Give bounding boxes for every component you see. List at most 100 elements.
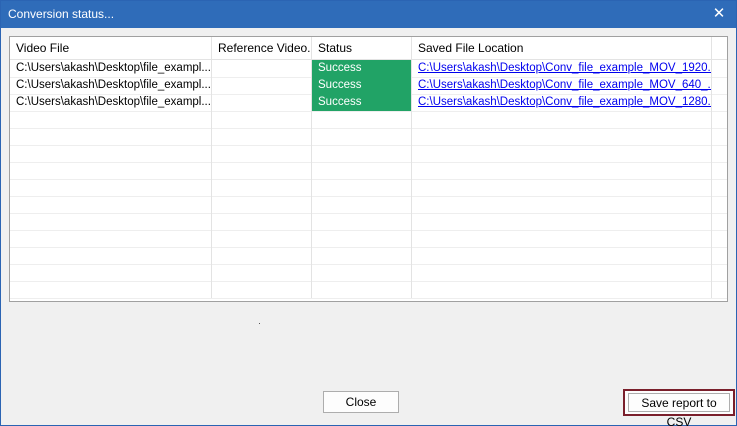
cell-reference-video (212, 145, 312, 162)
cell-status (312, 196, 412, 213)
cell-saved-location (412, 264, 712, 281)
table-row[interactable] (10, 162, 727, 180)
cell-saved-location (412, 128, 712, 145)
cell-status (312, 179, 412, 196)
column-header-saved-file-location[interactable]: Saved File Location (412, 37, 712, 59)
cell-reference-video (212, 128, 312, 145)
cell-filler (712, 111, 727, 128)
cell-filler (712, 281, 727, 298)
cell-reference-video (212, 94, 312, 111)
cell-video-file (10, 162, 212, 179)
table-row[interactable] (10, 281, 727, 299)
cell-saved-location (412, 247, 712, 264)
cell-video-file (10, 145, 212, 162)
stray-pixel (259, 323, 260, 324)
table-row[interactable] (10, 230, 727, 248)
cell-video-file (10, 247, 212, 264)
cell-status: Success (312, 60, 412, 77)
cell-saved-location (412, 145, 712, 162)
cell-video-file (10, 213, 212, 230)
cell-reference-video (212, 281, 312, 298)
save-report-csv-highlight: Save report to CSV (623, 389, 735, 426)
table-header: Video File Reference Video... Status Sav… (10, 37, 727, 60)
table-row[interactable]: C:\Users\akash\Desktop\file_exampl... Suc… (10, 60, 727, 78)
cell-reference-video (212, 264, 312, 281)
cell-reference-video (212, 162, 312, 179)
column-header-filler (712, 37, 727, 59)
cell-video-file (10, 281, 212, 298)
cell-reference-video (212, 230, 312, 247)
column-header-status[interactable]: Status (312, 37, 412, 59)
cell-filler (712, 247, 727, 264)
table-row[interactable] (10, 247, 727, 265)
table-row[interactable] (10, 179, 727, 197)
cell-saved-location (412, 162, 712, 179)
cell-status: Success (312, 94, 412, 111)
cell-saved-location[interactable]: C:\Users\akash\Desktop\Conv_file_example… (412, 77, 712, 94)
cell-status (312, 230, 412, 247)
cell-status (312, 162, 412, 179)
table-row[interactable] (10, 128, 727, 146)
cell-saved-location (412, 281, 712, 298)
cell-saved-location (412, 179, 712, 196)
cell-video-file: C:\Users\akash\Desktop\file_exampl... (10, 60, 212, 77)
conversion-status-dialog: Conversion status... ✕ Video File Refere… (0, 0, 737, 426)
table-row[interactable]: C:\Users\akash\Desktop\file_exampl... Suc… (10, 94, 727, 112)
title-bar[interactable]: Conversion status... ✕ (1, 1, 736, 28)
cell-filler (712, 77, 727, 94)
cell-saved-location (412, 196, 712, 213)
cell-filler (712, 162, 727, 179)
cell-saved-location (412, 230, 712, 247)
cell-status: Success (312, 77, 412, 94)
table-row[interactable] (10, 145, 727, 163)
cell-status (312, 213, 412, 230)
table-row[interactable] (10, 264, 727, 282)
cell-status (312, 247, 412, 264)
table-row[interactable] (10, 213, 727, 231)
cell-filler (712, 264, 727, 281)
cell-filler (712, 230, 727, 247)
table-row[interactable]: C:\Users\akash\Desktop\file_exampl... Suc… (10, 77, 727, 95)
save-report-csv-button[interactable]: Save report to CSV (628, 393, 730, 426)
cell-filler (712, 196, 727, 213)
table-body: C:\Users\akash\Desktop\file_exampl... Suc… (10, 60, 727, 301)
cell-status (312, 111, 412, 128)
cell-saved-location[interactable]: C:\Users\akash\Desktop\Conv_file_example… (412, 60, 712, 77)
cell-saved-location (412, 213, 712, 230)
cell-status (312, 281, 412, 298)
cell-video-file (10, 128, 212, 145)
cell-video-file (10, 230, 212, 247)
cell-saved-location (412, 111, 712, 128)
cell-video-file (10, 196, 212, 213)
cell-video-file: C:\Users\akash\Desktop\file_exampl... (10, 94, 212, 111)
cell-reference-video (212, 196, 312, 213)
conversion-results-table: Video File Reference Video... Status Sav… (9, 36, 728, 302)
cell-reference-video (212, 213, 312, 230)
cell-reference-video (212, 179, 312, 196)
cell-reference-video (212, 60, 312, 77)
cell-filler (712, 179, 727, 196)
column-header-video-file[interactable]: Video File (10, 37, 212, 59)
cell-filler (712, 60, 727, 77)
column-header-reference-video[interactable]: Reference Video... (212, 37, 312, 59)
cell-video-file: C:\Users\akash\Desktop\file_exampl... (10, 77, 212, 94)
cell-status (312, 145, 412, 162)
table-row[interactable] (10, 111, 727, 129)
cell-video-file (10, 264, 212, 281)
cell-status (312, 128, 412, 145)
cell-reference-video (212, 77, 312, 94)
cell-filler (712, 145, 727, 162)
cell-status (312, 264, 412, 281)
cell-video-file (10, 111, 212, 128)
cell-reference-video (212, 247, 312, 264)
cell-reference-video (212, 111, 312, 128)
cell-saved-location[interactable]: C:\Users\akash\Desktop\Conv_file_example… (412, 94, 712, 111)
close-button[interactable]: Close (323, 391, 399, 413)
close-icon[interactable]: ✕ (708, 4, 730, 24)
cell-filler (712, 213, 727, 230)
table-row[interactable] (10, 196, 727, 214)
window-title: Conversion status... (8, 7, 115, 21)
cell-filler (712, 128, 727, 145)
cell-filler (712, 94, 727, 111)
cell-video-file (10, 179, 212, 196)
